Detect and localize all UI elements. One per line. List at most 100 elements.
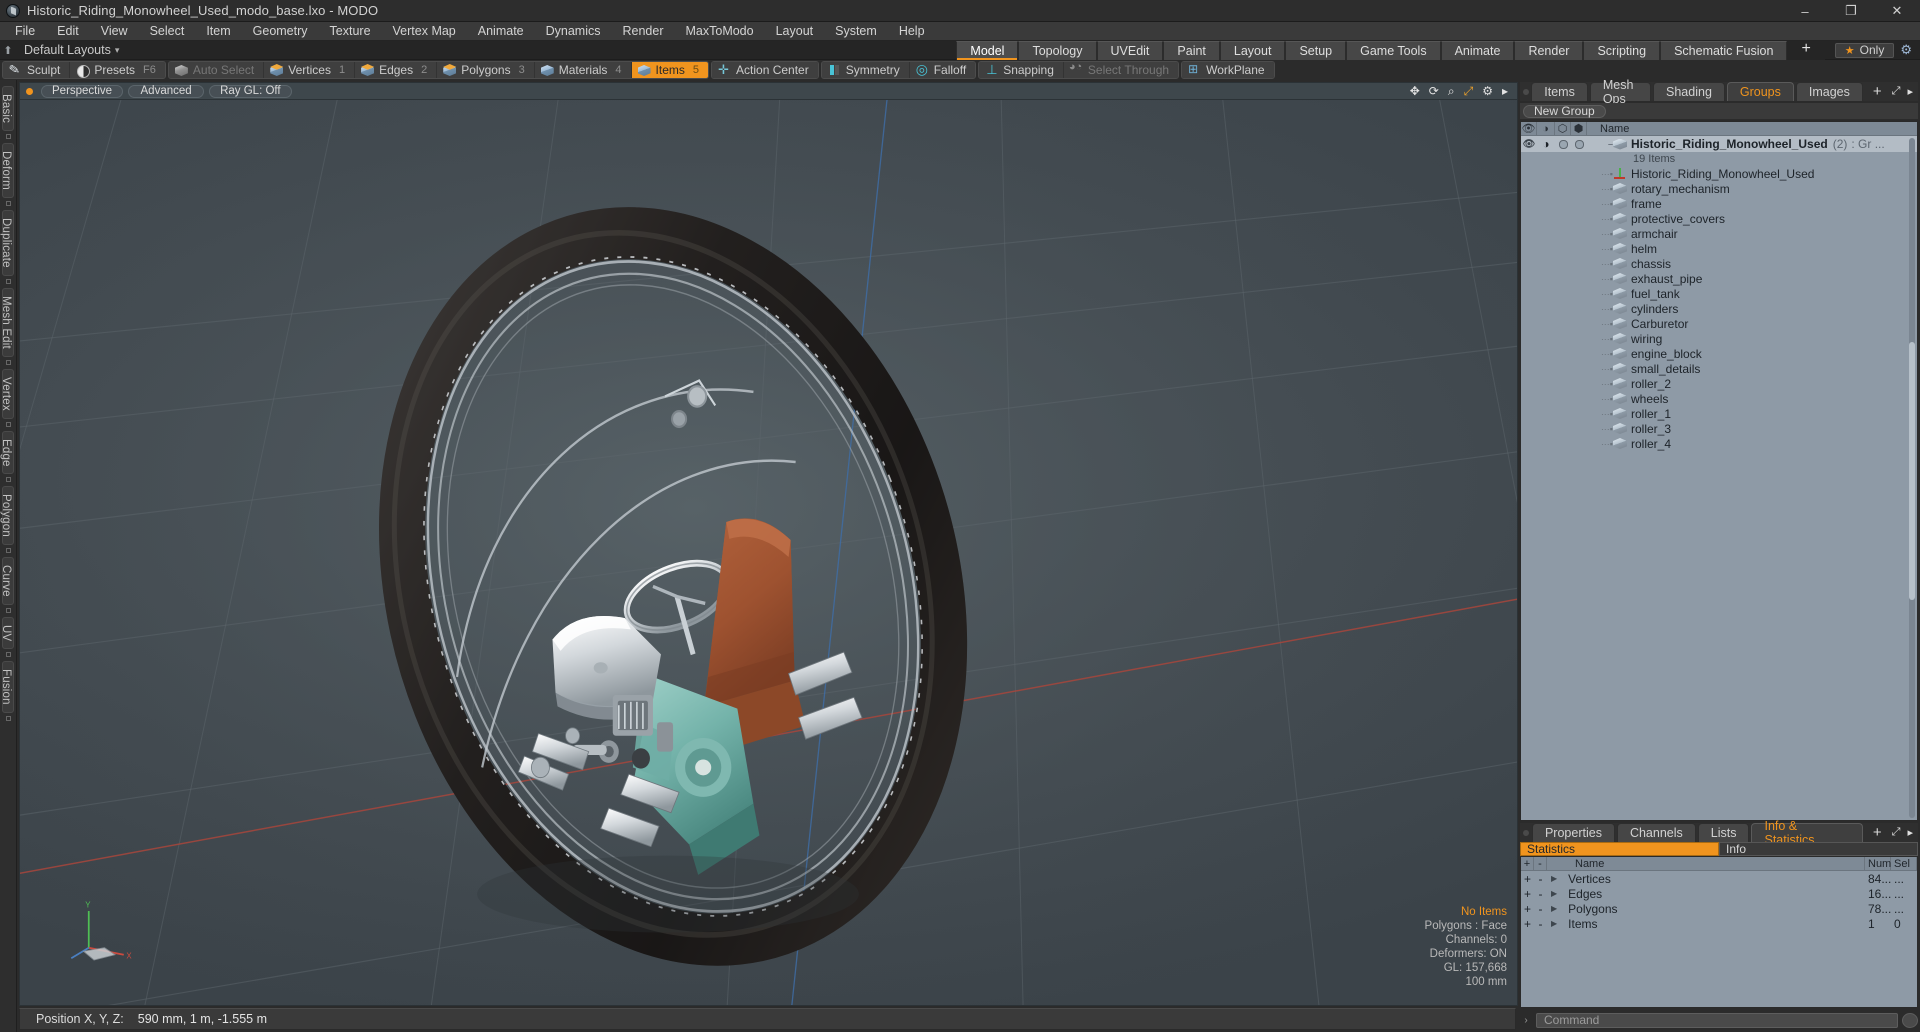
tool-tab-deform[interactable]: Deform — [0, 143, 14, 199]
menu-item-item[interactable]: Item — [195, 22, 241, 41]
panel-tab-images[interactable]: Images — [1795, 82, 1863, 101]
item-row[interactable]: ···▪ rotary_mechanism — [1521, 181, 1917, 196]
stat-add-button[interactable]: + — [1521, 887, 1534, 901]
eye-icon[interactable]: 👁 — [1521, 139, 1537, 150]
menu-item-help[interactable]: Help — [888, 22, 936, 41]
close-button[interactable]: ✕ — [1874, 0, 1920, 22]
chevron-right-icon[interactable]: ▸ — [1502, 84, 1508, 98]
item-row[interactable]: ···▪ Historic_Riding_Monowheel_Used — [1521, 166, 1917, 181]
info-panel-menu-dot-icon[interactable] — [1520, 823, 1532, 842]
command-record-button[interactable] — [1902, 1012, 1918, 1028]
item-row[interactable]: ···▪ small_details — [1521, 361, 1917, 376]
tool-tab-fusion[interactable]: Fusion — [0, 661, 14, 713]
home-icon[interactable]: ⬆ — [0, 44, 16, 57]
expand-icon[interactable]: ⤢ — [1892, 85, 1901, 98]
viewport-raygl-button[interactable]: Ray GL: Off — [209, 84, 292, 98]
layout-tab-layout[interactable]: Layout — [1219, 40, 1286, 60]
layout-tab-animate[interactable]: Animate — [1440, 40, 1515, 60]
mode-button-edges[interactable]: Edges 2 — [355, 62, 438, 78]
chevron-right-icon[interactable]: ▸ — [1907, 85, 1913, 98]
panel-menu-dot-icon[interactable] — [1520, 82, 1531, 101]
mode-button-presets[interactable]: Presets F6 — [70, 62, 165, 78]
item-row[interactable]: ···▪ roller_3 — [1521, 421, 1917, 436]
mode-button-polygons[interactable]: Polygons 3 — [437, 62, 535, 78]
add-panel-tab-button[interactable]: + — [1865, 82, 1890, 101]
menu-item-vertex-map[interactable]: Vertex Map — [382, 22, 467, 41]
panel-tab-shading[interactable]: Shading — [1653, 82, 1725, 101]
info-tab-channels[interactable]: Channels — [1616, 823, 1696, 842]
statistics-row[interactable]: + - ▶ Vertices 84...... — [1521, 871, 1917, 886]
tool-tab-duplicate[interactable]: Duplicate — [0, 210, 14, 276]
mode-button-items[interactable]: Items 5 — [631, 62, 709, 78]
stat-add-button[interactable]: + — [1521, 902, 1534, 916]
stat-remove-button[interactable]: - — [1534, 917, 1547, 931]
stat-remove-button[interactable]: - — [1534, 902, 1547, 916]
layout-tab-setup[interactable]: Setup — [1285, 40, 1347, 60]
tool-tab-basic[interactable]: Basic — [0, 86, 14, 132]
layout-tab-model[interactable]: Model — [956, 40, 1019, 60]
minimize-button[interactable]: – — [1782, 0, 1828, 22]
chevron-down-icon[interactable]: ▾ — [111, 45, 120, 56]
chevron-right-icon[interactable]: ▶ — [1551, 904, 1557, 913]
item-row[interactable]: ···▪ engine_block — [1521, 346, 1917, 361]
add-layout-tab-button[interactable]: + — [1787, 40, 1825, 60]
chevron-right-icon[interactable]: › — [1520, 1015, 1532, 1026]
item-row[interactable]: ···▪ Carburetor — [1521, 316, 1917, 331]
layout-tab-game-tools[interactable]: Game Tools — [1346, 40, 1441, 60]
layout-tab-paint[interactable]: Paint — [1163, 40, 1220, 60]
stat-remove-button[interactable]: - — [1534, 887, 1547, 901]
layout-tab-topology[interactable]: Topology — [1018, 40, 1097, 60]
command-input[interactable]: Command — [1536, 1012, 1898, 1028]
menu-item-layout[interactable]: Layout — [765, 22, 825, 41]
position-value[interactable]: 590 mm, 1 m, -1.555 m — [138, 1012, 267, 1026]
gear-icon[interactable]: ⚙ — [1482, 84, 1493, 98]
item-list-body[interactable]: 👁 ◑ – Historic_Riding_Monowheel_Used (2): Gr… — [1521, 136, 1917, 820]
item-row[interactable]: ···▪ exhaust_pipe — [1521, 271, 1917, 286]
layout-tab-render[interactable]: Render — [1514, 40, 1584, 60]
statistics-row[interactable]: + - ▶ Polygons 78...... — [1521, 901, 1917, 916]
chevron-right-icon[interactable]: ▸ — [1907, 826, 1913, 839]
tool-tab-mesh-edit[interactable]: Mesh Edit — [0, 287, 14, 357]
tool-tab-polygon[interactable]: Polygon — [0, 486, 14, 546]
mode-button-snapping[interactable]: Snapping — [979, 62, 1064, 78]
item-row[interactable]: ···▪ helm — [1521, 241, 1917, 256]
menu-item-system[interactable]: System — [824, 22, 888, 41]
menu-item-maxtomodo[interactable]: MaxToModo — [675, 22, 765, 41]
mode-button-auto-select[interactable]: Auto Select — [168, 62, 265, 78]
stat-remove-button[interactable]: - — [1534, 872, 1547, 886]
mode-button-vertices[interactable]: Vertices 1 — [264, 62, 356, 78]
statistics-row[interactable]: + - ▶ Edges 16...... — [1521, 886, 1917, 901]
render-icon[interactable]: ◑ — [1537, 137, 1555, 151]
viewport-shading-button[interactable]: Advanced — [128, 84, 205, 98]
item-row[interactable]: ···▪ wheels — [1521, 391, 1917, 406]
tool-tab-uv[interactable]: UV — [0, 616, 14, 650]
gear-icon[interactable]: ⚙ — [1900, 42, 1912, 58]
item-row[interactable]: ···▪ armchair — [1521, 226, 1917, 241]
menu-item-select[interactable]: Select — [139, 22, 196, 41]
zoom-icon[interactable]: ⌕ — [1448, 84, 1455, 99]
shaded-checkbox[interactable] — [1571, 139, 1587, 149]
only-toggle[interactable]: ★ Only — [1834, 42, 1895, 58]
3d-viewport[interactable]: Y X No Items Polygons : Face Channels: 0… — [19, 99, 1518, 1006]
item-row[interactable]: ···▪ wiring — [1521, 331, 1917, 346]
menu-item-dynamics[interactable]: Dynamics — [535, 22, 612, 41]
expand-icon[interactable]: ⤢ — [1892, 826, 1901, 839]
move-icon[interactable]: ✥ — [1410, 84, 1420, 98]
layout-tab-uvedit[interactable]: UVEdit — [1096, 40, 1164, 60]
item-row[interactable]: ···▪ frame — [1521, 196, 1917, 211]
group-item-list[interactable]: 👁 ◑ ⬡ ⬢ Name 👁 ◑ – Historic_Riding_Monowhee… — [1520, 121, 1918, 821]
item-list-scrollbar[interactable] — [1909, 138, 1915, 818]
menu-item-texture[interactable]: Texture — [319, 22, 382, 41]
item-row[interactable]: ···▪ chassis — [1521, 256, 1917, 271]
wireframe-checkbox[interactable] — [1555, 139, 1571, 149]
info-tab-properties[interactable]: Properties — [1531, 823, 1615, 842]
chevron-right-icon[interactable]: ▶ — [1551, 919, 1557, 928]
menu-item-file[interactable]: File — [4, 22, 46, 41]
rotate-icon[interactable]: ⟳ — [1429, 84, 1439, 98]
maximize-button[interactable]: ❐ — [1828, 0, 1874, 22]
menu-item-render[interactable]: Render — [612, 22, 675, 41]
group-header-row[interactable]: 👁 ◑ – Historic_Riding_Monowheel_Used (2): Gr… — [1521, 136, 1917, 152]
default-layouts-label[interactable]: Default Layouts — [16, 43, 111, 57]
mode-button-select-through[interactable]: Select Through — [1063, 62, 1179, 78]
new-group-button[interactable]: New Group — [1523, 104, 1606, 118]
